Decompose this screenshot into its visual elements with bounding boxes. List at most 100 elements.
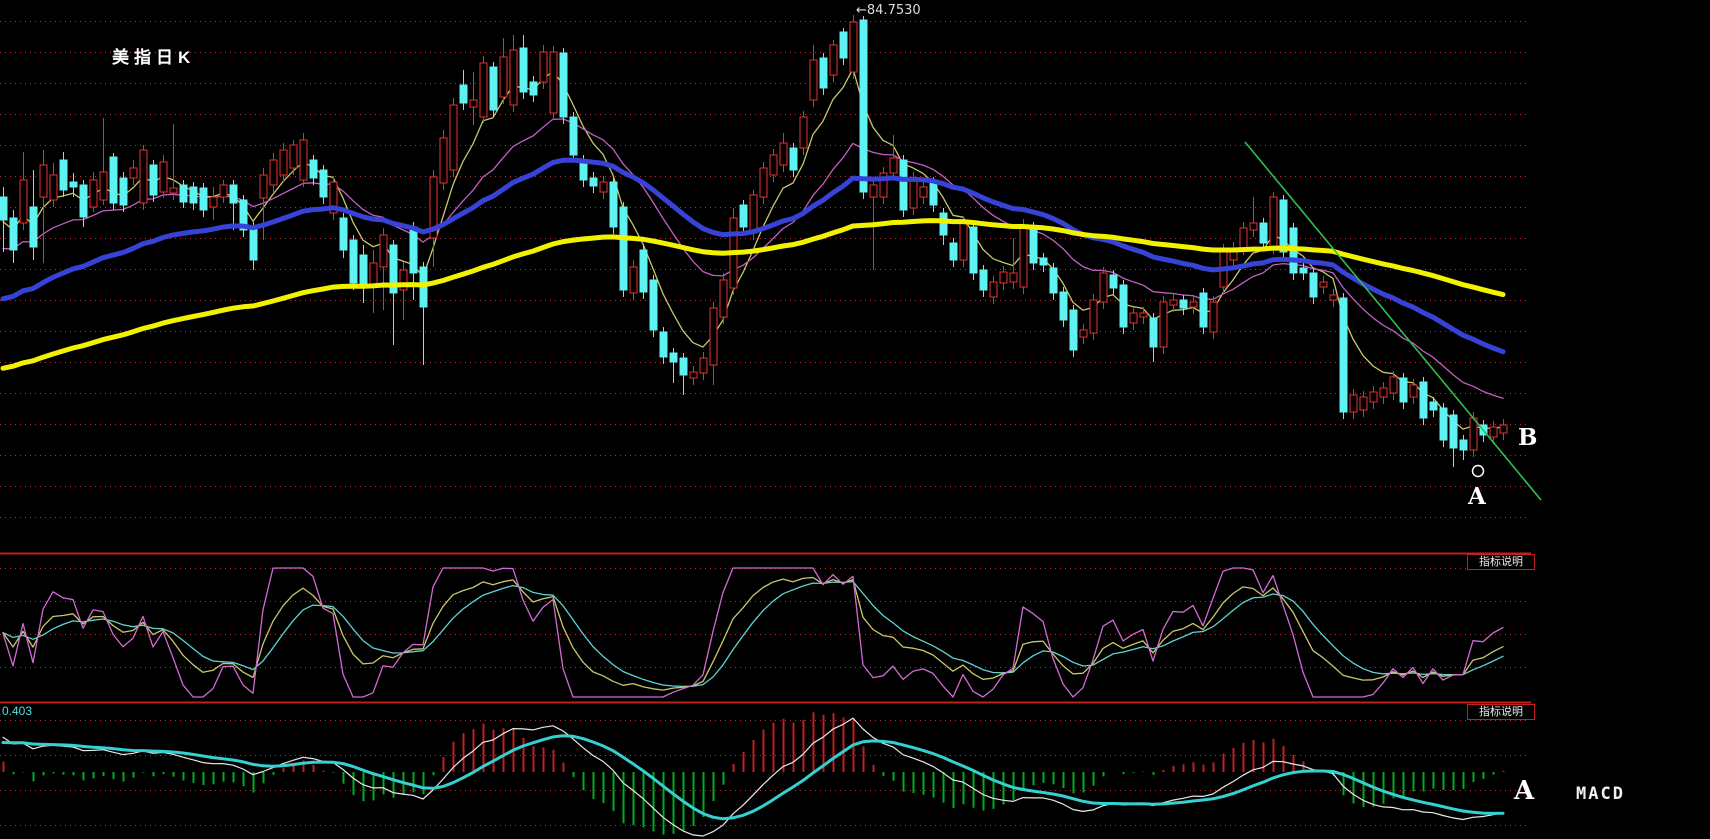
candle-up: [779, 142, 788, 166]
indicator-help-link-macd[interactable]: 指标说明: [1467, 704, 1535, 720]
candle-down: [929, 181, 938, 206]
candle-up: [1269, 196, 1278, 248]
candle-up: [129, 167, 138, 179]
candle-down: [1109, 274, 1118, 289]
macd-value-readout: 0.403: [2, 704, 33, 718]
candle-down: [1029, 226, 1038, 264]
candle-up: [269, 159, 278, 186]
candle-up: [989, 281, 998, 298]
candle-up: [629, 266, 638, 294]
candle-down: [119, 177, 128, 206]
candle-up: [1369, 391, 1378, 403]
candle-down: [589, 177, 598, 187]
candle-down: [1449, 414, 1458, 449]
candle-down: [1299, 267, 1308, 274]
candle-down: [1049, 267, 1058, 294]
candle-up: [829, 44, 838, 76]
candle-up: [1209, 301, 1218, 333]
candle-down: [519, 47, 528, 93]
candle-down: [529, 81, 538, 96]
candle-down: [559, 52, 568, 118]
candle-down: [179, 184, 188, 203]
candle-down: [789, 147, 798, 171]
candle-down: [569, 116, 578, 156]
candle-up: [1349, 394, 1358, 413]
candle-up: [509, 49, 518, 106]
candle-up: [709, 307, 718, 366]
candle-down: [459, 84, 468, 104]
candle-up: [869, 184, 878, 198]
peak-price-annotation: ←84.7530: [856, 3, 921, 18]
candle-up: [1239, 227, 1248, 249]
chart-window: 美指日K ←84.7530 B A A MACD 0.403 指标说明 指标说明: [0, 0, 1710, 839]
candle-down: [949, 242, 958, 261]
candle-down: [1279, 199, 1288, 253]
candle-down: [939, 212, 948, 236]
candle-up: [1079, 329, 1088, 338]
candle-down: [1459, 439, 1468, 451]
candle-up: [1129, 312, 1138, 324]
chart-canvas[interactable]: [0, 0, 1710, 839]
candle-up: [599, 181, 608, 193]
candle-up: [99, 171, 108, 201]
candle-down: [609, 181, 618, 228]
candle-up: [1089, 299, 1098, 334]
candle-down: [659, 331, 668, 358]
candle-up: [49, 174, 58, 201]
candle-up: [1499, 424, 1508, 434]
candle-up: [209, 196, 218, 208]
candle-up: [759, 167, 768, 198]
candle-down: [1059, 291, 1068, 321]
candle-up: [849, 21, 858, 73]
candle-down: [819, 57, 828, 89]
candle-down: [229, 184, 238, 204]
candle-down: [669, 352, 678, 363]
candle-down: [1339, 297, 1348, 413]
candle-up: [219, 184, 228, 198]
candle-up: [379, 234, 388, 268]
candle-up: [719, 279, 728, 318]
candle-up: [999, 271, 1008, 284]
candle-up: [39, 164, 48, 198]
candle-up: [1019, 224, 1028, 288]
candle-up: [1189, 301, 1198, 308]
candle-down: [59, 159, 68, 191]
candle-down: [489, 66, 498, 111]
candle-up: [169, 187, 178, 194]
indicator-help-link-kdj[interactable]: 指标说明: [1467, 554, 1535, 570]
candle-down: [1179, 299, 1188, 309]
candle-down: [69, 181, 78, 188]
candle-up: [1139, 312, 1148, 318]
candle-down: [249, 226, 258, 261]
candle-down: [199, 187, 208, 211]
candle-up: [1319, 281, 1328, 288]
candle-down: [1429, 401, 1438, 411]
candle-up: [1169, 299, 1178, 306]
candle-down: [349, 239, 358, 284]
candle-up: [539, 51, 548, 83]
candle-down: [1399, 377, 1408, 403]
candle-down: [1069, 309, 1078, 351]
candle-up: [1389, 376, 1398, 394]
candle-up: [889, 157, 898, 174]
candle-up: [139, 149, 148, 204]
candle-up: [259, 174, 268, 199]
candle-down: [29, 206, 38, 248]
candle-down: [309, 159, 318, 179]
candle-up: [959, 221, 968, 261]
candle-up: [1469, 417, 1478, 451]
candle-down: [969, 226, 978, 274]
candle-down: [1309, 272, 1318, 298]
candle-down: [359, 254, 368, 286]
candle-up: [749, 194, 758, 234]
candle-up: [1409, 384, 1418, 398]
candle-down: [189, 186, 198, 204]
candle-up: [479, 62, 488, 118]
macd-indicator-label: MACD: [1576, 784, 1625, 804]
candle-up: [1379, 387, 1388, 398]
candle-down: [1149, 317, 1158, 348]
candle-up: [439, 137, 448, 184]
candle-down: [319, 169, 328, 198]
candle-up: [1489, 426, 1498, 438]
candle-down: [1419, 381, 1428, 419]
